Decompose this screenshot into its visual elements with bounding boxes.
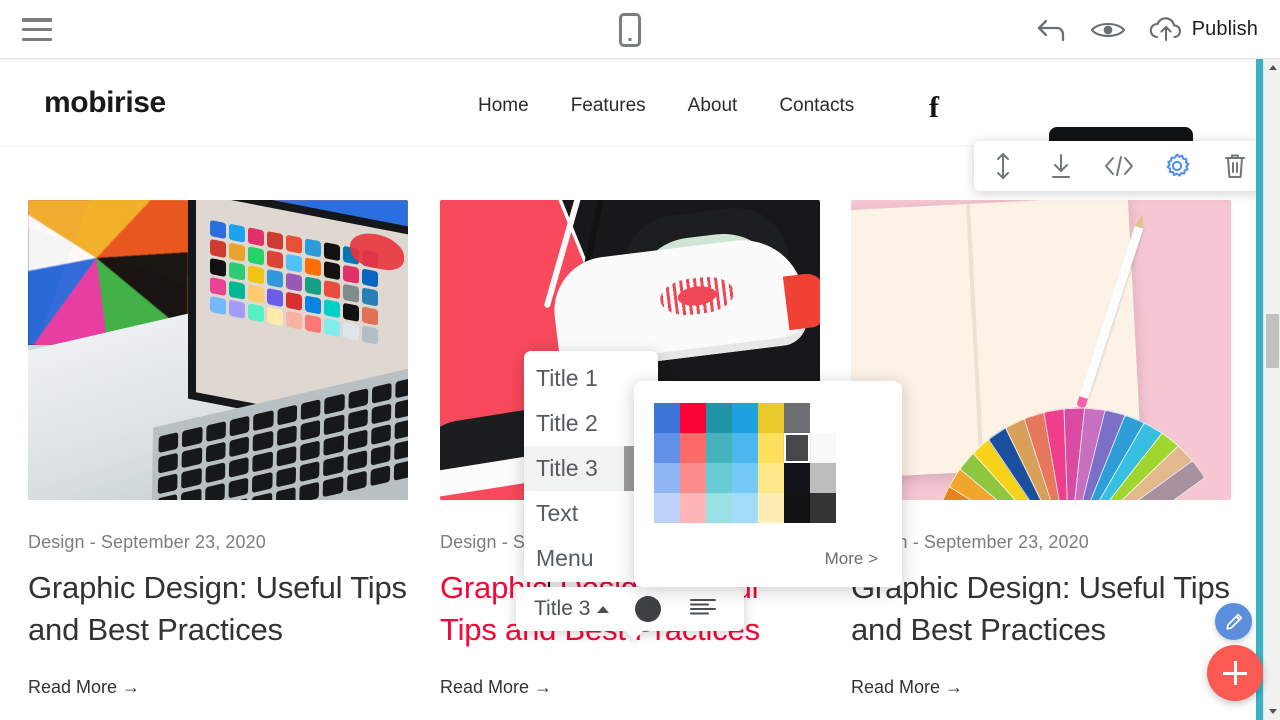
text-style-label: Title 3 xyxy=(534,597,590,621)
color-swatch[interactable] xyxy=(758,433,784,463)
editor-app-bar: Publish xyxy=(0,0,1280,59)
notebook-pencil-swatches-photo[interactable] xyxy=(851,200,1231,500)
facebook-icon[interactable]: f xyxy=(929,91,939,125)
card-meta: Design - September 23, 2020 xyxy=(28,532,408,553)
appbar-actions: Publish xyxy=(1030,0,1280,59)
text-style-selector[interactable]: Title 3 xyxy=(516,597,609,621)
color-swatch[interactable] xyxy=(758,463,784,493)
color-swatch[interactable] xyxy=(810,493,836,523)
hamburger-menu-icon[interactable] xyxy=(22,18,52,41)
color-swatch[interactable] xyxy=(784,433,810,463)
align-left-icon[interactable] xyxy=(689,597,717,622)
type-menu-label: Title 3 xyxy=(536,455,598,482)
color-swatch-fan xyxy=(928,386,1218,500)
text-format-toolbar: Title 3 xyxy=(516,587,744,631)
blog-card[interactable]: Design - September 23, 2020 Graphic Desi… xyxy=(851,200,1231,698)
color-swatch[interactable] xyxy=(732,433,758,463)
card-title[interactable]: Graphic Design: Useful Tips and Best Pra… xyxy=(851,567,1231,651)
color-swatch[interactable] xyxy=(680,403,706,433)
insert-block-icon[interactable] xyxy=(1041,146,1081,186)
color-swatch[interactable] xyxy=(810,403,836,433)
card-read-more-link[interactable]: Read More → xyxy=(28,677,408,698)
chevron-up-icon xyxy=(597,606,609,613)
card-meta: Design - September 23, 2020 xyxy=(851,532,1231,553)
color-swatch[interactable] xyxy=(706,403,732,433)
cloud-upload-icon[interactable] xyxy=(1144,8,1188,52)
color-swatch[interactable] xyxy=(732,403,758,433)
color-swatch[interactable] xyxy=(654,493,680,523)
nav-link-about[interactable]: About xyxy=(688,95,738,117)
nav-link-home[interactable]: Home xyxy=(478,95,529,117)
undo-arrow-icon[interactable] xyxy=(1030,8,1074,52)
color-swatch[interactable] xyxy=(732,493,758,523)
block-settings-gear-icon[interactable] xyxy=(1157,146,1197,186)
eye-preview-icon[interactable] xyxy=(1086,8,1130,52)
code-editor-icon[interactable] xyxy=(1099,146,1139,186)
color-swatch[interactable] xyxy=(758,493,784,523)
pen-edit-fab-icon[interactable] xyxy=(1215,603,1252,640)
scroll-up-arrow[interactable] xyxy=(1264,59,1280,76)
site-preview-canvas: mobirise Home Features About Contacts f xyxy=(0,59,1256,720)
color-swatch[interactable] xyxy=(784,463,810,493)
color-swatch-grid xyxy=(654,403,836,523)
color-swatch[interactable] xyxy=(680,493,706,523)
canvas-resize-handle[interactable] xyxy=(1256,59,1263,720)
color-swatch[interactable] xyxy=(784,403,810,433)
card-read-more-link[interactable]: Read More → xyxy=(440,677,820,698)
laptop-colorful-art-photo[interactable] xyxy=(28,200,408,500)
blog-card[interactable]: Design - September 23, 2020 Graphic Desi… xyxy=(28,200,408,698)
type-menu-label: Title 1 xyxy=(536,365,598,392)
publish-button[interactable]: Publish xyxy=(1192,18,1280,41)
move-block-icon[interactable] xyxy=(983,146,1023,186)
mobile-device-icon[interactable] xyxy=(619,13,641,47)
type-menu-label: Title 2 xyxy=(536,410,598,437)
color-swatch[interactable] xyxy=(732,463,758,493)
site-brand-logo[interactable]: mobirise xyxy=(44,86,166,120)
type-menu-label: Menu xyxy=(536,545,594,572)
color-swatch[interactable] xyxy=(680,433,706,463)
color-swatch[interactable] xyxy=(680,463,706,493)
type-menu-label: Text xyxy=(536,500,578,527)
color-swatch[interactable] xyxy=(810,433,836,463)
scroll-down-arrow[interactable] xyxy=(1264,703,1280,720)
block-toolbar xyxy=(974,141,1256,191)
card-read-more-link[interactable]: Read More → xyxy=(851,677,1231,698)
scrollbar-thumb[interactable] xyxy=(1266,314,1279,368)
color-swatch[interactable] xyxy=(784,493,810,523)
delete-block-icon[interactable] xyxy=(1215,146,1255,186)
color-swatch[interactable] xyxy=(654,433,680,463)
palette-more-link[interactable]: More > xyxy=(825,549,878,569)
color-swatch[interactable] xyxy=(810,463,836,493)
mobirise-editor-window: Publish mobirise Home Features About Con… xyxy=(0,0,1280,720)
color-palette-popover: More > xyxy=(634,381,902,587)
color-swatch[interactable] xyxy=(706,433,732,463)
page-scrollbar[interactable] xyxy=(1263,59,1280,720)
add-block-fab-icon[interactable] xyxy=(1207,645,1263,701)
text-color-swatch[interactable] xyxy=(635,596,661,622)
color-swatch[interactable] xyxy=(758,403,784,433)
nav-link-contacts[interactable]: Contacts xyxy=(779,95,854,117)
color-swatch[interactable] xyxy=(654,403,680,433)
color-swatch[interactable] xyxy=(654,463,680,493)
site-nav-links: Home Features About Contacts xyxy=(478,95,854,117)
color-swatch[interactable] xyxy=(706,493,732,523)
color-swatch[interactable] xyxy=(706,463,732,493)
nav-link-features[interactable]: Features xyxy=(571,95,646,117)
card-title[interactable]: Graphic Design: Useful Tips and Best Pra… xyxy=(28,567,408,651)
